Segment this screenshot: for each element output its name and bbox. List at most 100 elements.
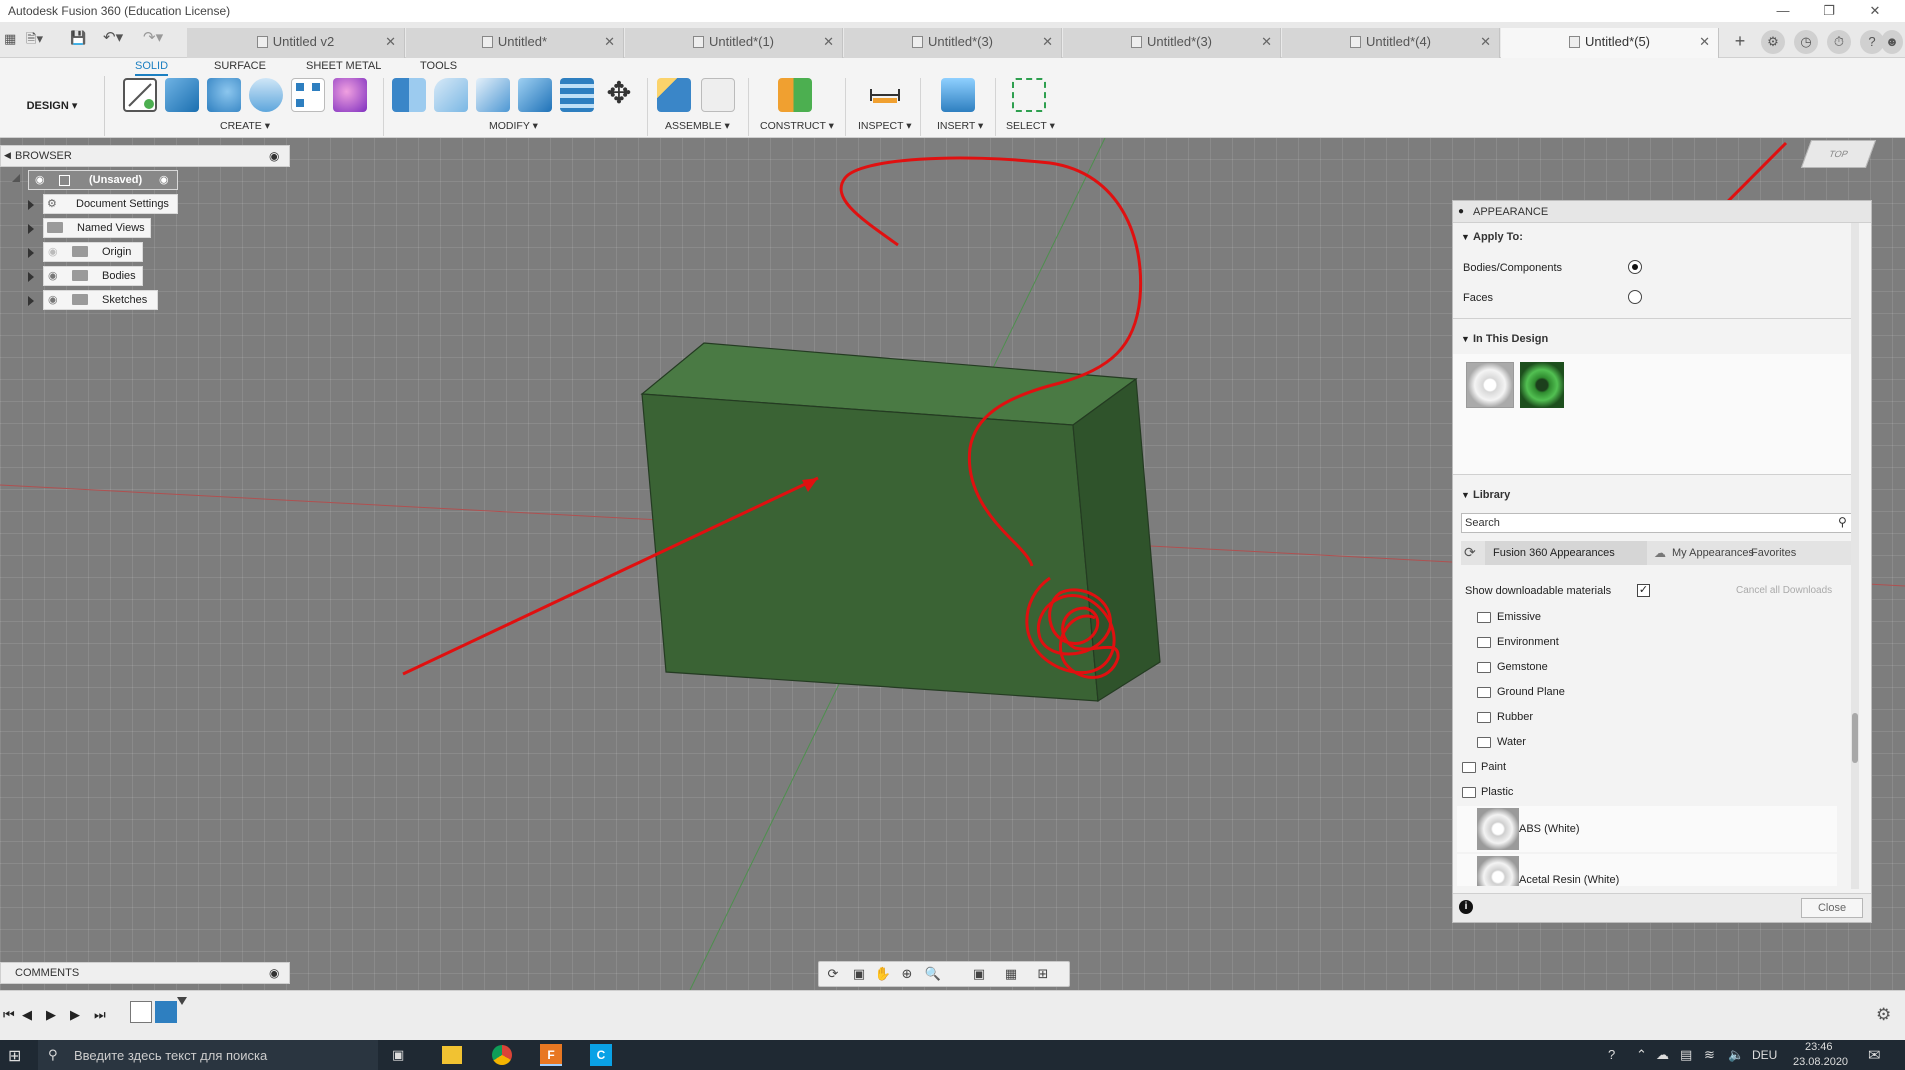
fillet-icon[interactable] xyxy=(434,78,468,112)
tab-sheet-metal[interactable]: SHEET METAL xyxy=(306,60,381,72)
tray-overflow-icon[interactable]: ⌃ xyxy=(1636,1047,1647,1063)
help-tray-icon[interactable]: ? xyxy=(1608,1047,1615,1062)
comments-pin-icon[interactable]: ◉ xyxy=(269,966,279,980)
onedrive-icon[interactable]: ☁ xyxy=(1656,1047,1669,1063)
redo-icon[interactable]: ↷▾ xyxy=(143,28,173,46)
grid-settings-icon[interactable]: ▦ xyxy=(1001,966,1021,982)
folder-water[interactable]: Water xyxy=(1497,736,1526,748)
taskbar-search-box[interactable]: ⚲ Введите здесь текст для поиска xyxy=(38,1040,378,1070)
folder-plastic[interactable]: Plastic xyxy=(1481,786,1513,798)
search-icon[interactable]: ⚲ xyxy=(1838,515,1847,529)
tab-untitled-3[interactable]: Untitled*(3) ✕ xyxy=(844,28,1062,58)
browser-pin-icon[interactable]: ◉ xyxy=(269,149,279,163)
insert-image-icon[interactable] xyxy=(941,78,975,112)
revolve-icon[interactable] xyxy=(207,78,241,112)
timeline-marker-icon[interactable] xyxy=(177,997,187,1005)
go-to-end-icon[interactable]: ⏭ xyxy=(94,1007,106,1023)
expand-arrow-icon[interactable] xyxy=(28,224,34,234)
select-icon[interactable] xyxy=(1012,78,1046,112)
tab-tools[interactable]: TOOLS xyxy=(420,60,457,72)
select-menu[interactable]: SELECT ▾ xyxy=(1006,120,1055,132)
joint-icon[interactable] xyxy=(701,78,735,112)
construct-menu[interactable]: CONSTRUCT ▾ xyxy=(760,120,834,132)
shell-icon[interactable] xyxy=(560,78,594,112)
timeline-extrude-feature[interactable] xyxy=(155,1001,177,1023)
visibility-eye-icon[interactable]: ◉ xyxy=(35,171,45,189)
workspace-switcher[interactable]: DESIGN ▾ xyxy=(0,76,105,136)
fit-icon[interactable]: 🔍 xyxy=(923,966,943,982)
expand-arrow-icon[interactable] xyxy=(28,272,34,282)
dialog-collapse-icon[interactable]: ● xyxy=(1458,206,1464,217)
folder-rubber[interactable]: Rubber xyxy=(1497,711,1533,723)
tab-fusion-appearances[interactable]: Fusion 360 Appearances xyxy=(1485,541,1647,565)
white-material-swatch[interactable] xyxy=(1466,362,1514,408)
tab-close-icon[interactable]: ✕ xyxy=(385,28,396,56)
fusion-360-taskbar-icon[interactable]: F xyxy=(540,1044,562,1066)
info-icon[interactable]: i xyxy=(1459,900,1473,914)
form-icon[interactable] xyxy=(333,78,367,112)
language-indicator[interactable]: DEU xyxy=(1752,1048,1777,1062)
tab-close-icon[interactable]: ✕ xyxy=(604,28,615,56)
library-search-field[interactable]: Search ⚲ xyxy=(1461,513,1854,533)
tab-favorites[interactable]: Favorites xyxy=(1751,547,1796,559)
viewports-icon[interactable]: ⊞ xyxy=(1033,966,1053,982)
new-tab-icon[interactable]: + xyxy=(1730,30,1750,52)
expand-arrow-icon[interactable] xyxy=(28,200,34,210)
tab-untitled-1[interactable]: Untitled*(1) ✕ xyxy=(625,28,843,58)
clock-time[interactable]: 23:46 xyxy=(1805,1041,1833,1053)
new-component-icon[interactable] xyxy=(657,78,691,112)
browser-root-node[interactable]: ◉ (Unsaved) ◉ xyxy=(28,170,178,190)
browser-item-named-views[interactable]: Named Views xyxy=(43,218,151,238)
modify-menu[interactable]: MODIFY ▾ xyxy=(489,120,538,132)
comments-panel-header[interactable]: COMMENTS ◉ xyxy=(0,962,290,984)
tab-close-icon[interactable]: ✕ xyxy=(1699,28,1710,56)
expand-arrow-icon[interactable] xyxy=(28,296,34,306)
tab-untitled[interactable]: Untitled* ✕ xyxy=(406,28,624,58)
create-menu[interactable]: CREATE ▾ xyxy=(220,120,270,132)
press-pull-icon[interactable] xyxy=(392,78,426,112)
task-view-icon[interactable]: ▣ xyxy=(392,1047,404,1063)
chrome-icon[interactable] xyxy=(492,1045,512,1065)
hole-icon[interactable] xyxy=(249,78,283,112)
folder-gemstone[interactable]: Gemstone xyxy=(1497,661,1548,673)
file-explorer-icon[interactable] xyxy=(442,1046,462,1064)
show-downloadable-checkbox[interactable]: ✓ xyxy=(1637,584,1650,597)
refresh-icon[interactable]: ⟳ xyxy=(1464,544,1476,561)
tab-my-appearances[interactable]: My Appearances xyxy=(1672,547,1754,559)
chevron-down-icon[interactable]: ▼ xyxy=(1461,490,1470,500)
offset-plane-icon[interactable] xyxy=(778,78,812,112)
go-to-start-icon[interactable]: ⏮ xyxy=(3,1007,15,1023)
orbit-icon[interactable]: ⟳ xyxy=(823,966,843,982)
action-center-icon[interactable]: ✉ xyxy=(1868,1046,1881,1064)
app-c-icon[interactable]: C xyxy=(590,1044,612,1066)
chamfer-icon[interactable] xyxy=(476,78,510,112)
user-avatar-icon[interactable]: ☻ xyxy=(1881,30,1903,54)
wifi-icon[interactable]: ≋ xyxy=(1704,1047,1715,1063)
windows-start-icon[interactable]: ⊞ xyxy=(8,1046,21,1066)
expand-root-icon[interactable] xyxy=(12,174,20,182)
tab-untitled-4[interactable]: Untitled*(4) ✕ xyxy=(1282,28,1500,58)
zoom-icon[interactable]: ⊕ xyxy=(897,966,917,982)
dialog-scrollbar[interactable] xyxy=(1851,223,1859,889)
save-icon[interactable]: 💾 xyxy=(70,30,88,48)
tab-untitled-5[interactable]: Untitled*(5) ✕ xyxy=(1501,28,1719,58)
box-front-face[interactable] xyxy=(641,393,1099,702)
timeline-settings-icon[interactable]: ⚙ xyxy=(1876,1005,1891,1025)
measure-icon[interactable] xyxy=(868,78,902,112)
visibility-eye-icon[interactable]: ◉ xyxy=(48,291,58,309)
viewcube[interactable]: TOP xyxy=(1800,140,1877,168)
close-button[interactable]: Close xyxy=(1801,898,1863,918)
job-status-icon[interactable]: ◷ xyxy=(1794,30,1818,54)
volume-icon[interactable]: 🔈 xyxy=(1728,1047,1744,1063)
play-icon[interactable]: ▶ xyxy=(46,1007,56,1023)
bodies-radio[interactable] xyxy=(1628,260,1642,274)
pattern-icon[interactable] xyxy=(291,78,325,112)
notifications-icon[interactable]: ⏱ xyxy=(1827,30,1851,54)
create-sketch-icon[interactable] xyxy=(123,78,157,112)
browser-item-origin[interactable]: ◉ Origin xyxy=(43,242,143,262)
folder-emissive[interactable]: Emissive xyxy=(1497,611,1541,623)
extensions-icon[interactable]: ⚙ xyxy=(1761,30,1785,54)
folder-paint[interactable]: Paint xyxy=(1481,761,1506,773)
assemble-menu[interactable]: ASSEMBLE ▾ xyxy=(665,120,730,132)
material-row-acetal-resin[interactable]: Acetal Resin (White) xyxy=(1457,854,1837,886)
